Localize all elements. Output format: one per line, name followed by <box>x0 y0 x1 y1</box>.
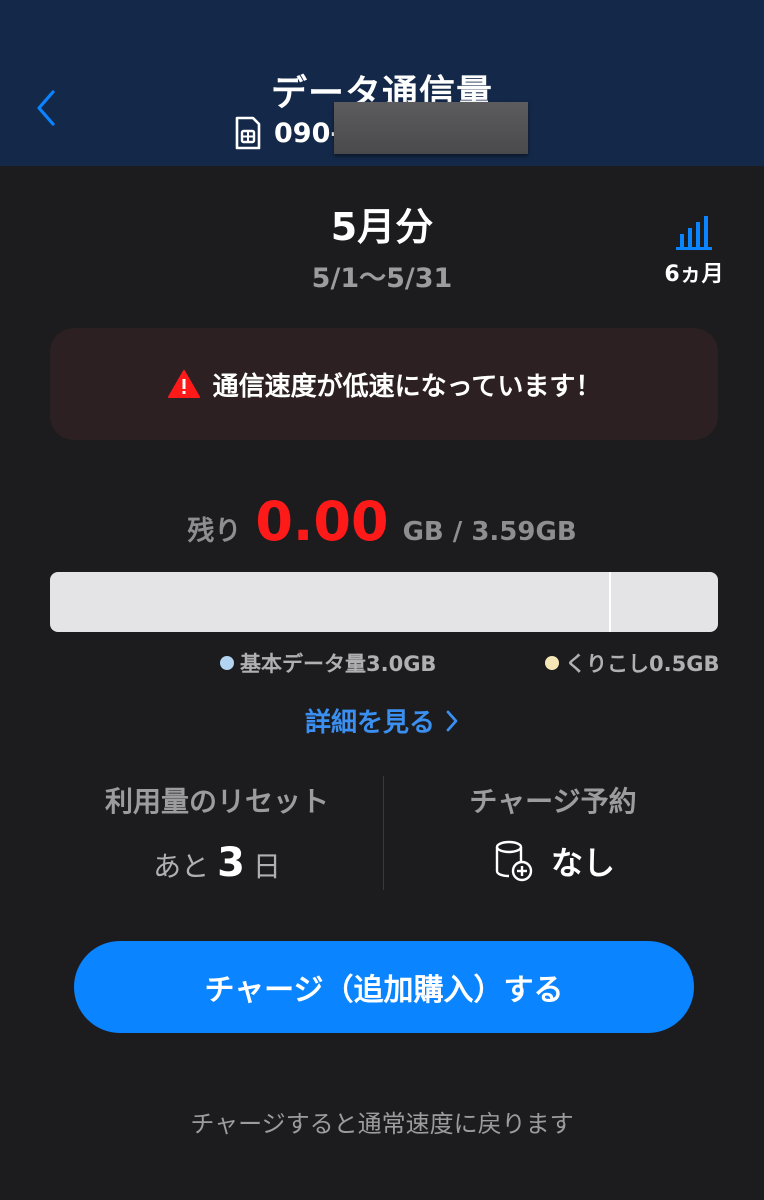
period-range: 5/1〜5/31 <box>311 263 453 294</box>
reset-prefix: あと <box>153 850 210 883</box>
charge-reservation-info[interactable]: チャージ予約 なし <box>386 776 720 884</box>
legend-dot-carryover <box>545 656 559 670</box>
phone-number: 090- <box>274 117 342 149</box>
reservation-value: なし <box>550 844 615 882</box>
reservation-title: チャージ予約 <box>469 785 637 818</box>
remaining-label: 残り <box>187 516 242 547</box>
remaining-data: 残り 0.00 GB / 3.59GB <box>0 490 764 553</box>
speed-alert-banner: 通信速度が低速になっています！ <box>50 328 718 440</box>
month-title: 5月分 <box>330 205 434 249</box>
reset-days: 3 <box>217 840 245 886</box>
reset-suffix: 日 <box>252 850 281 883</box>
legend-dot-base <box>220 656 234 670</box>
data-add-icon <box>495 840 533 882</box>
reservation-status: なし <box>386 838 720 884</box>
bar-chart-icon <box>676 216 712 250</box>
sim-card-icon <box>235 116 261 150</box>
redacted-phone-overlay <box>334 102 528 154</box>
history-label: 6ヵ月 <box>664 262 724 287</box>
carryover-divider <box>609 572 611 632</box>
legend-label-base: 基本データ量3.0GB <box>240 652 437 676</box>
details-link[interactable]: 詳細を見る <box>0 702 764 739</box>
alert-message: 通信速度が低速になっています！ <box>212 371 602 402</box>
legend-carryover: くりこし0.5GB <box>545 648 719 678</box>
app-header: データ通信量 090- <box>0 0 764 166</box>
charge-footnote: チャージすると通常速度に戻ります <box>190 1110 574 1138</box>
total-capacity: GB / 3.59GB <box>402 517 577 547</box>
reset-title: 利用量のリセット <box>104 785 329 818</box>
info-divider <box>383 776 384 890</box>
details-label: 詳細を見る <box>304 708 435 738</box>
legend-label-carryover: くりこし0.5GB <box>565 652 720 676</box>
reset-info: 利用量のリセット あと 3 日 <box>50 776 384 886</box>
warning-icon <box>167 370 200 398</box>
reset-countdown: あと 3 日 <box>50 840 384 886</box>
legend-base-data: 基本データ量3.0GB <box>220 648 436 678</box>
remaining-value: 0.00 <box>255 490 389 553</box>
usage-progress-bar <box>50 572 718 632</box>
charge-purchase-button[interactable]: チャージ（追加購入）する <box>74 941 694 1033</box>
phone-number-row: 090- <box>234 114 342 152</box>
chevron-right-icon <box>446 710 458 731</box>
charge-button-label: チャージ（追加購入）する <box>204 974 564 1007</box>
six-month-history-button[interactable]: 6ヵ月 <box>652 214 736 296</box>
